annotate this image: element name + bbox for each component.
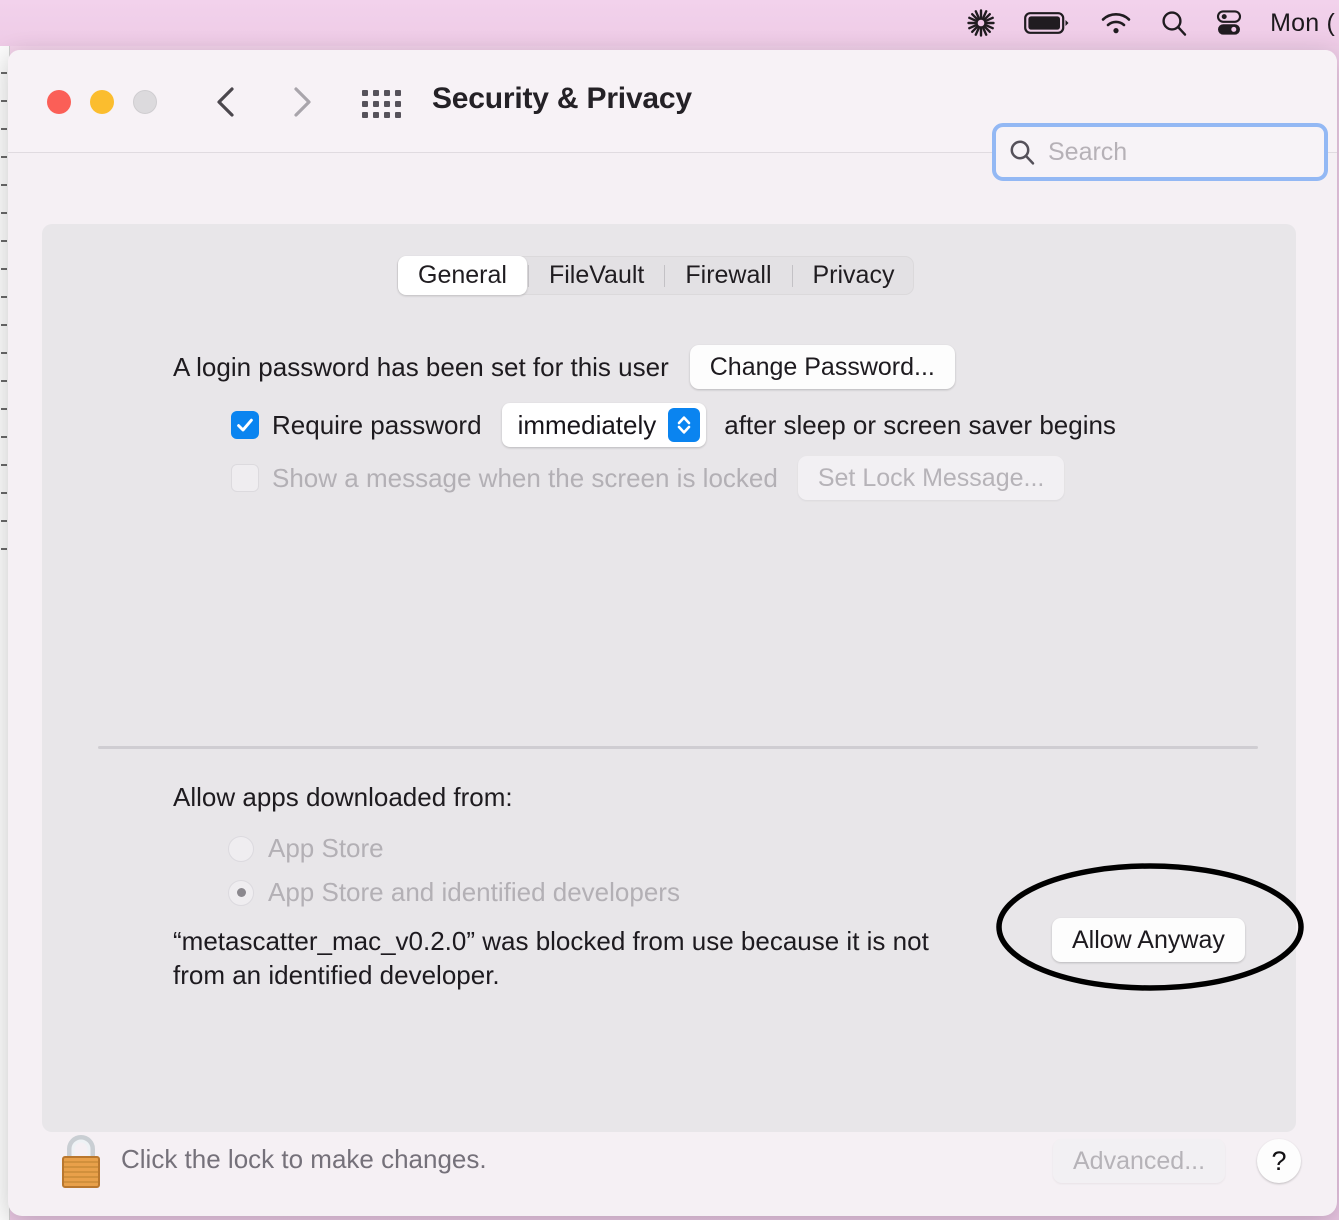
radio-app-store[interactable] (228, 835, 254, 862)
search-icon (1008, 138, 1036, 166)
tab-privacy[interactable]: Privacy (793, 256, 915, 295)
spotlight-search-icon[interactable] (1146, 0, 1202, 46)
radio-app-store-label: App Store (268, 833, 384, 863)
require-password-checkbox[interactable] (231, 411, 259, 439)
menu-bar: Mon ( (0, 0, 1339, 46)
battery-icon[interactable] (1010, 0, 1086, 46)
allow-apps-heading-row: Allow apps downloaded from: (173, 782, 513, 813)
blocked-app-message: “metascatter_mac_v0.2.0” was blocked fro… (173, 926, 929, 990)
login-password-row: A login password has been set for this u… (173, 345, 955, 389)
page-title: Security & Privacy (432, 82, 692, 115)
allow-apps-option-app-store[interactable]: App Store (228, 833, 384, 864)
desktop: Mon (Security & Privacy Search A login … (0, 0, 1339, 1220)
wifi-icon[interactable] (1086, 0, 1146, 46)
require-password-suffix: after sleep or screen saver begins (724, 409, 1116, 440)
require-password-delay-popup[interactable]: immediately (501, 403, 707, 447)
section-divider (98, 746, 1258, 749)
require-password-label: Require password (272, 409, 482, 440)
search-field[interactable] (992, 123, 1328, 181)
settings-tab-bar: General FileVault Firewall Privacy (397, 256, 915, 295)
allow-anyway-button[interactable]: Allow Anyway (1052, 918, 1245, 962)
menu-bar-clock[interactable]: Mon ( (1256, 0, 1335, 46)
allow-apps-option-identified-developers[interactable]: App Store and identified developers (228, 877, 680, 908)
general-settings-panel: A login password has been set for this u… (42, 224, 1304, 1132)
traffic-light-group (47, 90, 157, 114)
chevron-updown-icon (668, 408, 701, 442)
lock-button[interactable] (54, 1131, 108, 1193)
brightness-icon[interactable] (952, 0, 1010, 46)
zoom-button[interactable] (133, 90, 157, 114)
lock-closed-icon (62, 1135, 100, 1188)
close-button[interactable] (47, 90, 71, 114)
require-password-delay-value: immediately (517, 409, 657, 440)
radio-identified-developers[interactable] (228, 879, 254, 906)
radio-identified-developers-label: App Store and identified developers (268, 877, 680, 907)
lock-message-checkbox[interactable] (231, 464, 259, 492)
window-titlebar: Security & Privacy (8, 50, 1337, 181)
minimize-button[interactable] (90, 90, 114, 114)
radio-selected-dot (236, 888, 246, 897)
security-privacy-window: Security & Privacy A login password has … (8, 50, 1337, 1216)
lock-message-row: Show a message when the screen is locked… (231, 456, 1065, 500)
login-password-text: A login password has been set for this u… (173, 351, 669, 382)
forward-button[interactable] (280, 80, 324, 124)
advanced-button[interactable]: Advanced... (1053, 1139, 1226, 1183)
search-input[interactable] (1046, 136, 1300, 168)
back-button[interactable] (204, 80, 248, 124)
lock-caption: Click the lock to make changes. (121, 1144, 487, 1174)
lock-message-label: Show a message when the screen is locked (272, 462, 778, 493)
tab-filevault[interactable]: FileVault (529, 256, 664, 295)
require-password-row: Require password immediately after sleep… (231, 403, 1116, 447)
tab-general[interactable]: General (398, 256, 527, 295)
show-all-grid-icon[interactable] (362, 90, 401, 118)
control-center-icon[interactable] (1202, 0, 1256, 46)
set-lock-message-button[interactable]: Set Lock Message... (797, 456, 1065, 500)
tab-firewall[interactable]: Firewall (665, 256, 791, 295)
change-password-button[interactable]: Change Password... (689, 345, 955, 389)
allow-apps-heading: Allow apps downloaded from: (173, 782, 513, 812)
help-button[interactable]: ? (1257, 1139, 1301, 1183)
